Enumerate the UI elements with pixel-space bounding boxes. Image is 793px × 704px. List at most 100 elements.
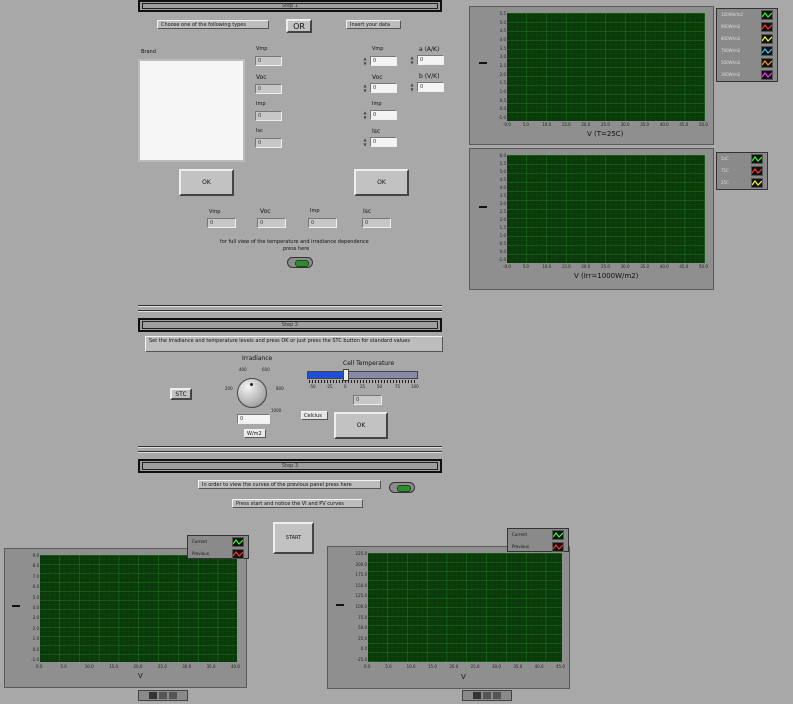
legend-item-label: 5oC	[721, 156, 729, 161]
coef-a-spinner[interactable]: ▲ ▼	[409, 55, 415, 65]
separator	[138, 451, 442, 453]
graph-pv-xlabel: V	[461, 673, 466, 681]
crosshair-icon[interactable]	[473, 692, 481, 699]
coef-a-input[interactable]: 0	[417, 55, 444, 65]
step2-instruction-box: Set the irradiance and temperature level…	[145, 336, 443, 352]
y-tick-label: 200.0	[355, 561, 367, 567]
right-voc-spinner[interactable]: ▲ ▼	[362, 83, 368, 93]
graph-vi-palette[interactable]	[138, 690, 188, 701]
brand-label: Brand	[141, 49, 156, 55]
legend-item[interactable]: 1000W/m2	[717, 9, 777, 21]
right-voc-input[interactable]: 0	[370, 83, 397, 93]
legend-item[interactable]: Previous	[188, 548, 248, 560]
legend-swatch-icon	[552, 530, 564, 540]
ok-brand-button[interactable]: OK	[179, 169, 234, 196]
y-tick-label: 125.0	[355, 593, 367, 599]
x-tick-label: 50.0	[699, 264, 708, 269]
legend-item-label: Current	[192, 539, 208, 544]
graph-iv-irradiance-plot[interactable]	[507, 13, 705, 121]
result-isc-label: Isc	[363, 208, 372, 215]
irradiance-input[interactable]: 0	[237, 414, 270, 424]
irradiance-knob[interactable]	[237, 378, 267, 408]
y-tick-label: 2.5	[499, 63, 506, 68]
x-tick-label: -0.0	[503, 264, 511, 269]
right-vmp-label: Vmp	[372, 46, 384, 52]
irradiance-label: Irradiance	[242, 355, 273, 362]
right-vmp-spinner[interactable]: ▲ ▼	[362, 56, 368, 66]
y-tick-label: 150.0	[355, 582, 367, 588]
result-voc-field: 0	[257, 218, 286, 228]
y-tick-label: 225.0	[355, 551, 367, 556]
zoom-icon[interactable]	[483, 692, 491, 699]
slider-tick: 100	[411, 384, 419, 389]
graph-vi-plot[interactable]	[40, 555, 237, 662]
y-tick-label: 2.5	[499, 209, 506, 214]
y-ticks: 9.0 8.0 7.0 6.0 5.0 4.0 3.0 2.0 1.0 0.0 -1.0	[24, 553, 39, 663]
x-tick-label: 35.0	[206, 664, 216, 669]
coef-b-spinner[interactable]: ▲ ▼	[409, 82, 415, 92]
full-view-toggle[interactable]	[287, 257, 313, 268]
legend-item[interactable]: Current	[508, 529, 568, 541]
separator	[138, 310, 442, 312]
right-imp-spinner[interactable]: ▲ ▼	[362, 110, 368, 120]
graph-pv-palette[interactable]	[462, 690, 512, 701]
hand-icon[interactable]	[493, 692, 501, 699]
x-tick-label: 45.0	[556, 664, 565, 669]
or-indicator: OR	[286, 19, 312, 33]
right-isc-input[interactable]: 0	[370, 137, 397, 147]
y-tick-label: 175.0	[355, 572, 367, 578]
x-tick-label: 5.0	[522, 264, 529, 269]
right-vmp-input[interactable]: 0	[370, 56, 397, 66]
coef-b-input[interactable]: 0	[417, 82, 444, 92]
result-imp-field: 0	[308, 218, 337, 228]
ok-step2-button[interactable]: OK	[334, 412, 388, 439]
graph-pv-plot[interactable]	[368, 553, 562, 662]
y-axis-label-marker	[479, 62, 487, 64]
legend-item[interactable]: 700W/m2	[717, 45, 777, 57]
irradiance-unit-box: W/m2	[244, 429, 266, 438]
step3-banner: Step 3	[138, 459, 442, 473]
legend-item[interactable]: 25C	[717, 177, 767, 189]
x-tick-label: 40.0	[534, 664, 544, 669]
y-tick-label: 5.5	[499, 11, 506, 16]
crosshair-icon[interactable]	[149, 692, 157, 699]
x-tick-label: 0.0	[36, 664, 43, 669]
x-tick-label: 20.0	[133, 664, 143, 669]
legend-item[interactable]: 300W/m2	[717, 69, 777, 81]
y-tick-label: 6.0	[32, 584, 39, 590]
legend-swatch-icon	[761, 70, 773, 80]
y-tick-label: 25.0	[358, 635, 367, 641]
legend-item-label: 1000W/m2	[721, 12, 743, 17]
hand-icon[interactable]	[169, 692, 177, 699]
celsius-unit-box: Celcius	[301, 411, 328, 420]
brand-listbox[interactable]	[138, 59, 245, 162]
legend-item[interactable]: 500W/m2	[717, 57, 777, 69]
x-tick-label: 20.0	[581, 122, 591, 127]
right-imp-input[interactable]: 0	[370, 110, 397, 120]
slider-tick-marks	[309, 380, 416, 383]
x-tick-label: 15.0	[428, 664, 437, 669]
cell-temp-slider[interactable]	[307, 369, 418, 381]
x-ticks: 0.0 5.0 10.0 15.0 20.0 25.0 30.0 35.0 40.0 45.0	[364, 663, 566, 671]
graph-iv-irradiance-xlabel: V (T=25C)	[587, 130, 624, 138]
previous-curves-toggle[interactable]	[389, 482, 415, 493]
stc-button[interactable]: STC	[170, 388, 192, 400]
graph-iv-irradiance-panel: 5.5 5.0 4.5 4.0 3.5 3.0 2.5 2.0 1.5 1.0 0.5 0.0 -1.0…	[469, 6, 714, 145]
legend-item[interactable]: Current	[188, 536, 248, 548]
zoom-icon[interactable]	[159, 692, 167, 699]
ok-custom-button[interactable]: OK	[354, 169, 409, 196]
legend-item[interactable]: 5oC	[717, 153, 767, 165]
y-tick-label: 5.0	[499, 19, 506, 25]
x-ticks: -0.0 5.0 10.0 15.0 20.0 25.0 30.0 35.0 40.0 45.0 5…	[503, 121, 709, 129]
legend-item[interactable]: Previous	[508, 541, 568, 553]
start-button[interactable]: START	[273, 522, 314, 554]
graph-iv-temperature-plot[interactable]	[507, 155, 705, 263]
y-tick-label: 9.0	[32, 553, 39, 558]
legend-item[interactable]: 75C	[717, 165, 767, 177]
cell-temp-label: Cell Temperature	[343, 360, 395, 367]
legend-item[interactable]: 800W/m2	[717, 33, 777, 45]
legend-item[interactable]: 900W/m2	[717, 21, 777, 33]
right-isc-spinner[interactable]: ▲ ▼	[362, 137, 368, 147]
legend-item-label: Current	[512, 532, 528, 537]
y-ticks: 225.0 200.0 175.0 150.0 125.0 100.0 75.0 50.0 25…	[346, 551, 367, 663]
